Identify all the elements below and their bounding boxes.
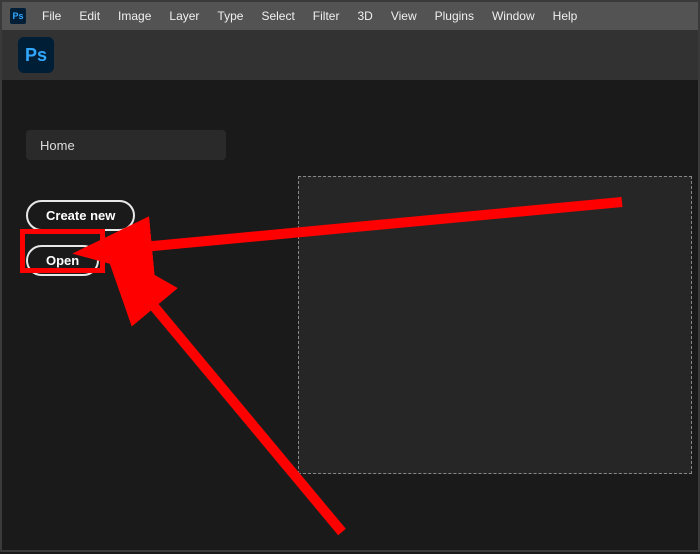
menu-select[interactable]: Select [253, 9, 302, 23]
menu-file[interactable]: File [34, 9, 69, 23]
menu-layer[interactable]: Layer [161, 9, 207, 23]
menu-window[interactable]: Window [484, 9, 543, 23]
open-button[interactable]: Open [26, 245, 99, 276]
menu-plugins[interactable]: Plugins [427, 9, 482, 23]
menu-edit[interactable]: Edit [71, 9, 108, 23]
menu-3d[interactable]: 3D [349, 9, 380, 23]
menu-view[interactable]: View [383, 9, 425, 23]
app-icon-small: Ps [10, 8, 26, 24]
app-logo-label: Ps [25, 45, 47, 66]
app-logo: Ps [18, 37, 54, 73]
drop-zone[interactable] [298, 176, 692, 474]
home-tab[interactable]: Home [26, 130, 226, 160]
toolbar: Ps [2, 30, 698, 80]
menu-filter[interactable]: Filter [305, 9, 348, 23]
app-icon-small-label: Ps [12, 11, 23, 21]
home-tab-label: Home [40, 138, 75, 153]
menubar: Ps File Edit Image Layer Type Select Fil… [2, 2, 698, 30]
create-new-button[interactable]: Create new [26, 200, 135, 231]
menu-image[interactable]: Image [110, 9, 159, 23]
menu-type[interactable]: Type [209, 9, 251, 23]
menu-help[interactable]: Help [545, 9, 586, 23]
